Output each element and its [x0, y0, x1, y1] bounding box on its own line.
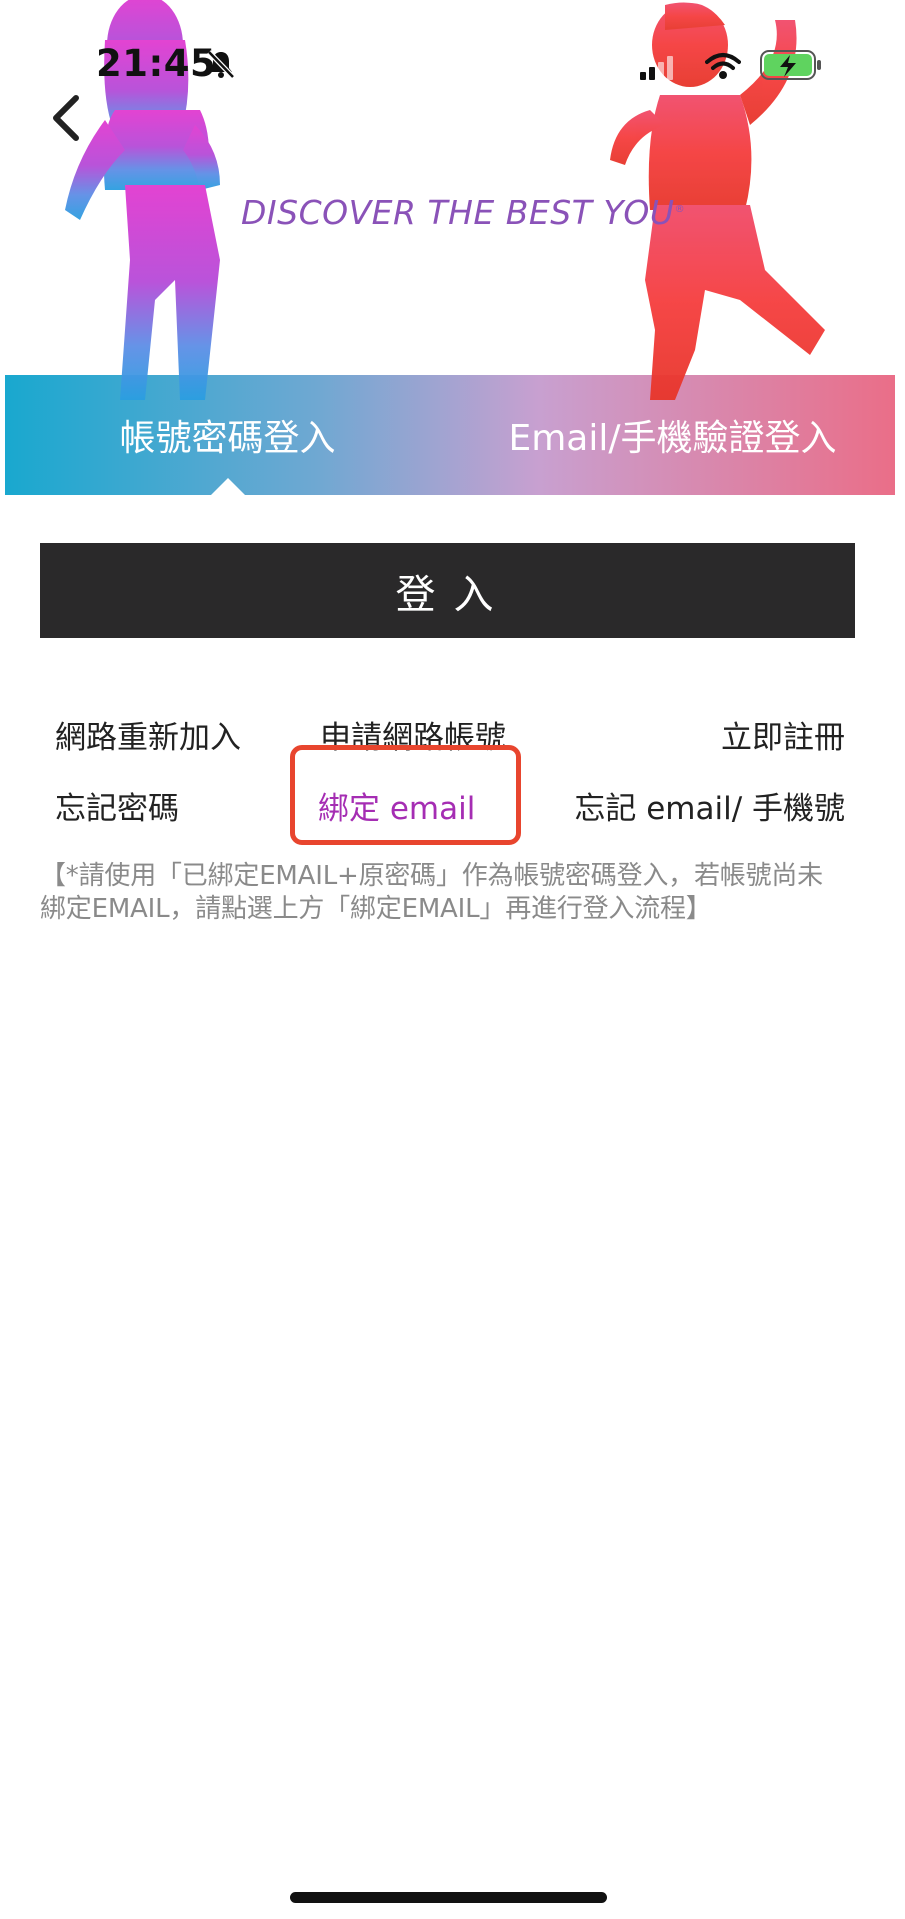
- registered-mark: ®: [674, 204, 686, 215]
- login-method-tabs: 帳號密碼登入 Email/手機驗證登入: [5, 375, 895, 495]
- status-time: 21:45: [96, 42, 217, 85]
- login-notice: 【*請使用「已綁定EMAIL+原密碼」作為帳號密碼登入，若帳號尚未 綁定EMAI…: [40, 860, 860, 926]
- bind-email-link[interactable]: 綁定 email: [318, 783, 475, 828]
- register-now-link[interactable]: 立即註冊: [660, 712, 845, 757]
- battery-charging-icon: [760, 50, 821, 80]
- status-bar: 21:45: [0, 0, 905, 120]
- tab-label: Email/手機驗證登入: [508, 418, 837, 459]
- cellular-signal-icon: [640, 56, 673, 80]
- wifi-icon: [705, 53, 741, 79]
- tab-account-password-login[interactable]: 帳號密碼登入: [5, 375, 450, 495]
- chevron-left-icon: [53, 95, 79, 141]
- apply-online-account-link[interactable]: 申請網路帳號: [320, 712, 506, 757]
- tab-label: 帳號密碼登入: [119, 418, 336, 459]
- login-screen: DISCOVER THE BEST YOU® 21:45 帳號密碼登入 Emai…: [0, 0, 905, 1919]
- tagline: DISCOVER THE BEST YOU®: [241, 193, 685, 232]
- home-indicator[interactable]: [290, 1892, 607, 1903]
- notice-line-2: 綁定EMAIL，請點選上方「綁定EMAIL」再進行登入流程】: [40, 894, 712, 924]
- login-button[interactable]: 登入: [40, 543, 855, 638]
- bell-slash-icon: [207, 50, 235, 79]
- tagline-text: DISCOVER THE BEST YOU: [241, 193, 675, 232]
- forgot-email-phone-link[interactable]: 忘記 email/ 手機號: [570, 783, 845, 828]
- forgot-password-link[interactable]: 忘記密碼: [55, 783, 179, 828]
- tab-email-phone-login[interactable]: Email/手機驗證登入: [450, 375, 895, 495]
- back-button[interactable]: [40, 88, 100, 148]
- notice-line-1: 【*請使用「已綁定EMAIL+原密碼」作為帳號密碼登入，若帳號尚未: [40, 861, 823, 891]
- rejoin-online-link[interactable]: 網路重新加入: [55, 712, 241, 757]
